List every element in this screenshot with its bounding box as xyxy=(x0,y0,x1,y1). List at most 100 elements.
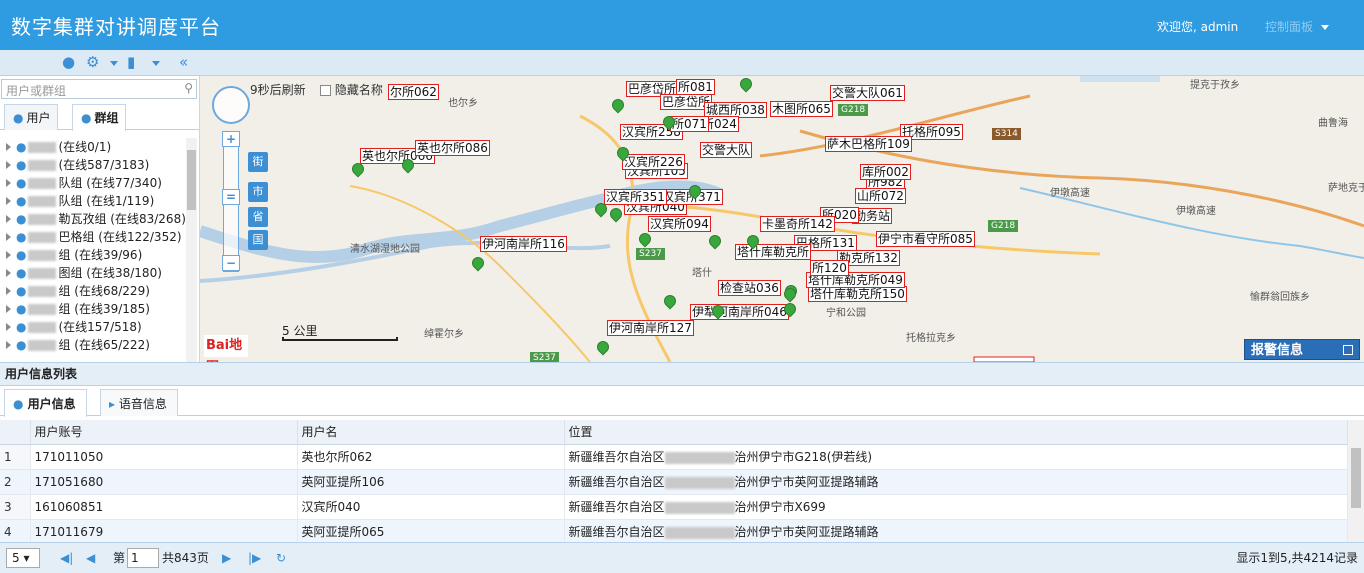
zoom-in-button[interactable]: + xyxy=(222,131,240,147)
map-marker-label[interactable]: 木图所065 xyxy=(770,101,833,117)
tree-group-item[interactable]: ● 图组 (在线38/180) xyxy=(0,264,186,282)
map-marker-label[interactable]: 交警大队061 xyxy=(830,85,905,101)
tab-groups[interactable]: ● 群组 xyxy=(72,104,126,131)
expand-icon[interactable] xyxy=(6,305,11,313)
column-header-account[interactable]: 用户账号 xyxy=(30,420,298,445)
user-icon: ● xyxy=(13,111,24,125)
redacted-text xyxy=(664,476,735,489)
column-header-name[interactable]: 用户名 xyxy=(297,420,565,445)
map-view[interactable]: 伊宁市看守所085 英也尔所066 英也尔所086 尔所062 伊河南岸所116 伊河南岸… xyxy=(200,76,1364,362)
table-row[interactable]: 1 171011050 英也尔所062 新疆维吾尔自治区 治州伊宁市G218(伊若线) xyxy=(0,444,1348,470)
table-row[interactable]: 4 171011679 英阿亚提所065 新疆维吾尔自治区 治州伊宁市英阿亚提路辅路 xyxy=(0,519,1348,542)
tree-group-item[interactable]: ● (在线157/518) xyxy=(0,318,186,336)
map-marker-label[interactable]: 所120 xyxy=(810,260,849,276)
map-place-name: 托格拉克乡 xyxy=(906,333,956,344)
collapse-icon[interactable]: « xyxy=(179,53,188,71)
chat-icon[interactable]: ▮ xyxy=(127,53,135,71)
tree-group-item[interactable]: ● 队组 (在线1/119) xyxy=(0,192,186,210)
page-size-select[interactable]: 5 ▾ xyxy=(6,548,40,568)
scrollbar-thumb[interactable] xyxy=(1351,448,1361,508)
map-marker-label[interactable]: 塔什库勒克所150 xyxy=(808,286,907,302)
level-city-button[interactable]: 市 xyxy=(248,182,268,202)
map-marker-label[interactable]: 伊河南岸所116 xyxy=(480,236,567,252)
scrollbar-thumb[interactable] xyxy=(187,150,196,210)
map-marker-label[interactable]: 汉宾所094 xyxy=(648,216,711,232)
map-marker-label[interactable]: 卡墨奇所142 xyxy=(760,216,835,232)
chevron-down-icon xyxy=(1321,25,1330,30)
map-marker-label[interactable]: 塔什库勒克所 xyxy=(735,244,812,260)
tab-voice-info[interactable]: ▸ 语音信息 xyxy=(100,389,178,416)
expand-icon[interactable] xyxy=(6,233,11,241)
expand-icon[interactable] xyxy=(6,197,11,205)
expand-icon[interactable] xyxy=(6,323,11,331)
prev-page-icon[interactable]: ◀ xyxy=(86,543,95,573)
map-marker-label[interactable]: 伊宁市看守所085 xyxy=(876,231,975,247)
level-country-button[interactable]: 国 xyxy=(248,230,268,250)
zoom-handle[interactable]: = xyxy=(222,189,240,205)
tree-group-item[interactable]: ● 巴格组 (在线122/352) xyxy=(0,228,186,246)
map-marker-label[interactable]: 库所002 xyxy=(860,164,911,180)
search-icon[interactable]: ⚲ xyxy=(184,81,193,95)
map-marker-label[interactable]: 尔所062 xyxy=(388,84,439,100)
last-page-icon[interactable]: |▶ xyxy=(248,543,261,573)
user-icon[interactable]: ● xyxy=(62,53,75,71)
zoom-slider[interactable]: + = − xyxy=(222,131,240,272)
maximize-icon[interactable] xyxy=(1343,345,1353,355)
level-province-button[interactable]: 省 xyxy=(248,207,268,227)
expand-icon[interactable] xyxy=(6,161,11,169)
map-marker-label[interactable]: 所071 xyxy=(670,116,709,132)
map-marker-label[interactable]: 汉宾所226 xyxy=(622,154,685,170)
map-marker-label[interactable]: 交警大队 xyxy=(700,142,753,158)
expand-icon[interactable] xyxy=(6,179,11,187)
level-street-button[interactable]: 街 xyxy=(248,152,268,172)
table-row[interactable]: 3 161060851 汉宾所040 新疆维吾尔自治区 治州伊宁市X699 xyxy=(0,494,1348,520)
map-marker-label[interactable]: 山所072 xyxy=(855,188,906,204)
tab-user-info[interactable]: ● 用户信息 xyxy=(4,389,87,417)
pan-control[interactable] xyxy=(212,86,250,124)
alarm-panel[interactable]: 报警信息 xyxy=(1244,339,1360,360)
scrollbar[interactable] xyxy=(1348,420,1364,542)
expand-icon[interactable] xyxy=(6,143,11,151)
gear-icon[interactable]: ⚙ xyxy=(86,53,99,71)
checkbox-box[interactable] xyxy=(320,85,331,96)
group-label: 巴格组 (在线122/352) xyxy=(58,230,182,244)
expand-icon[interactable] xyxy=(6,287,11,295)
search-input[interactable]: 用户或群组 ⚲ xyxy=(1,79,197,99)
next-page-icon[interactable]: ▶ xyxy=(222,543,231,573)
redacted-text xyxy=(28,232,57,243)
tab-users[interactable]: ● 用户 xyxy=(4,104,58,130)
chevron-down-icon[interactable] xyxy=(152,61,160,66)
expand-icon[interactable] xyxy=(6,269,11,277)
first-page-icon[interactable]: ◀| xyxy=(60,543,73,573)
group-icon: ● xyxy=(16,320,27,334)
tree-group-item[interactable]: ● (在线587/3183) xyxy=(0,156,186,174)
map-marker-label[interactable]: 伊河南岸所127 xyxy=(607,320,694,336)
scrollbar[interactable] xyxy=(186,138,197,362)
column-header-location[interactable]: 位置 xyxy=(564,420,1348,445)
tree-group-item[interactable]: ● 组 (在线65/222) xyxy=(0,336,186,354)
expand-icon[interactable] xyxy=(6,341,11,349)
hide-names-checkbox[interactable]: 隐藏名称 xyxy=(320,81,383,98)
zoom-out-button[interactable]: − xyxy=(222,255,240,271)
expand-icon[interactable] xyxy=(6,251,11,259)
map-marker-label[interactable]: 检查站036 xyxy=(718,280,781,296)
tree-group-item[interactable]: ● 组 (在线39/185) xyxy=(0,300,186,318)
map-marker-label[interactable]: 英也尔所086 xyxy=(415,140,490,156)
refresh-icon[interactable]: ↻ xyxy=(276,543,286,573)
tree-group-item[interactable]: ● 组 (在线68/229) xyxy=(0,282,186,300)
map-marker-label[interactable]: 汉宾所351 xyxy=(604,189,667,205)
redacted-text xyxy=(28,178,57,189)
tree-group-item[interactable]: ● 队组 (在线77/340) xyxy=(0,174,186,192)
page-number-input[interactable]: 1 xyxy=(127,548,159,568)
chevron-down-icon[interactable] xyxy=(110,61,118,66)
tree-group-item[interactable]: ● 勒瓦孜组 (在线83/268) xyxy=(0,210,186,228)
control-panel-menu[interactable]: 控制面板 xyxy=(1265,18,1330,35)
expand-icon[interactable] xyxy=(6,215,11,223)
tree-group-item[interactable]: ● 组 (在线39/96) xyxy=(0,246,186,264)
tree-group-item[interactable]: ● (在线0/1) xyxy=(0,138,186,156)
map-marker-label[interactable]: 伊犁河南岸所046 xyxy=(690,304,789,320)
table-row[interactable]: 2 171051680 英阿亚提所106 新疆维吾尔自治区 治州伊宁市英阿亚提路辅路 xyxy=(0,469,1348,495)
map-marker-label[interactable]: 萨木巴格所109 xyxy=(825,136,912,152)
map-marker-label[interactable]: 所081 xyxy=(676,79,715,95)
redacted-text xyxy=(28,340,57,351)
